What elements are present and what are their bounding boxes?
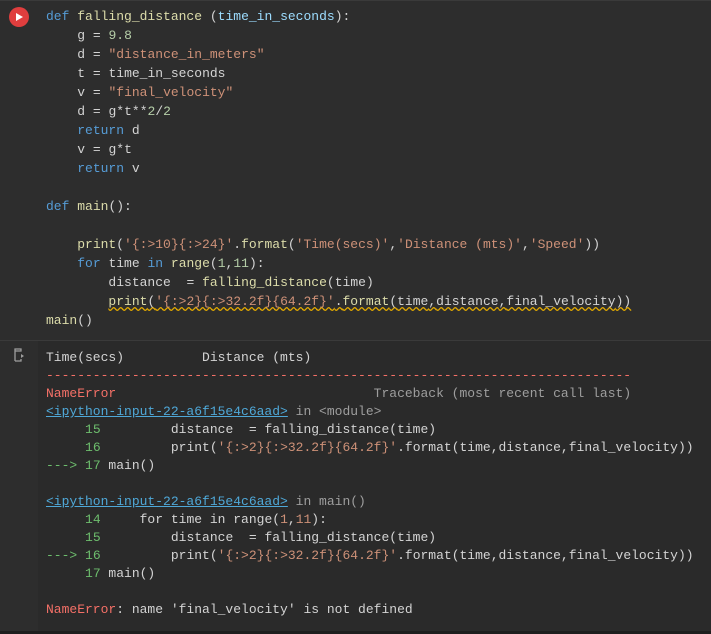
play-icon bbox=[14, 12, 24, 22]
output-text: Time(secs) Distance (mts) --------------… bbox=[38, 341, 711, 631]
cell-gutter bbox=[0, 1, 38, 340]
output-icon bbox=[11, 347, 27, 363]
output-gutter bbox=[0, 341, 38, 631]
run-button[interactable] bbox=[9, 7, 29, 27]
code-cell: def falling_distance (time_in_seconds): … bbox=[0, 0, 711, 340]
output-cell: Time(secs) Distance (mts) --------------… bbox=[0, 340, 711, 631]
code-editor[interactable]: def falling_distance (time_in_seconds): … bbox=[38, 1, 711, 340]
